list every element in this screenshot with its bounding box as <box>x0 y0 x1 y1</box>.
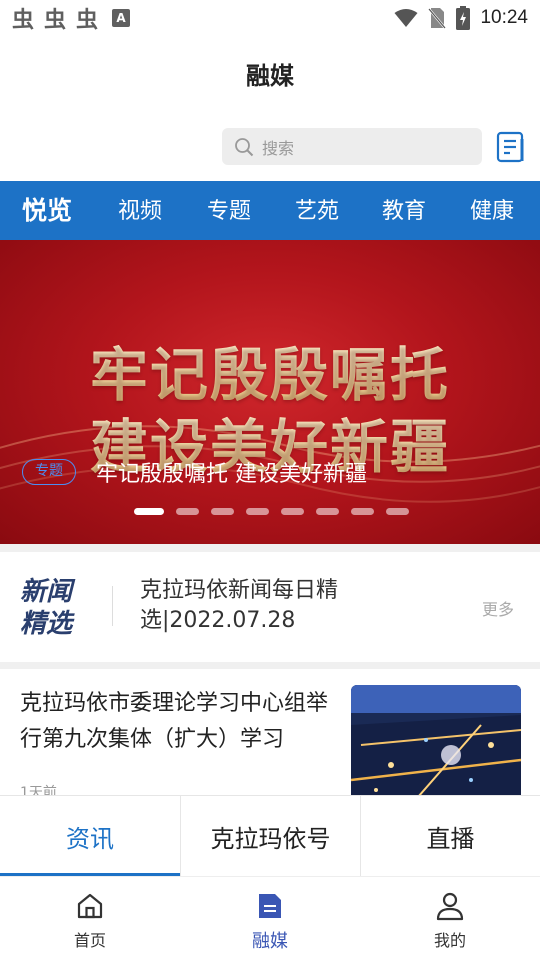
news-pick-title[interactable]: 克拉玛依新闻每日精选|2022.07.28 <box>140 576 460 636</box>
tab-video[interactable]: 视频 <box>118 193 162 225</box>
carousel-dot[interactable] <box>281 508 304 515</box>
carousel-indicator <box>134 508 409 515</box>
divider <box>112 586 113 626</box>
document-icon <box>259 894 281 918</box>
tab-live[interactable]: 直播 <box>360 796 540 876</box>
carousel-dot[interactable] <box>246 508 269 515</box>
news-pick-logo-line1: 新闻 <box>20 577 73 607</box>
city-night-image <box>351 685 521 805</box>
nav-home-label: 首页 <box>73 931 106 950</box>
article-thumbnail[interactable] <box>351 685 521 805</box>
section-tabs: 资讯 克拉玛依号 直播 <box>0 795 540 876</box>
nav-media[interactable]: 融媒 <box>220 891 320 953</box>
divider <box>0 662 540 669</box>
tab-arts[interactable]: 艺苑 <box>295 193 339 225</box>
battery-icon <box>456 6 471 30</box>
article-title[interactable]: 克拉玛依市委理论学习中心组举行第九次集体（扩大）学习 <box>20 686 338 758</box>
channel-tabs: 悦览 视频 专题 艺苑 教育 健康 <box>0 181 540 240</box>
tab-education[interactable]: 教育 <box>382 193 426 225</box>
notification-icon: 虫 <box>12 8 35 33</box>
status-bar: 虫 虫 虫 A 10:24 <box>0 0 540 36</box>
carousel-dot[interactable] <box>386 508 409 515</box>
nav-profile[interactable]: 我的 <box>400 891 500 951</box>
carousel-dot[interactable] <box>211 508 234 515</box>
nav-home[interactable]: 首页 <box>40 891 140 951</box>
home-icon <box>77 893 103 919</box>
news-pick-logo: 新闻 精选 <box>20 576 84 640</box>
search-placeholder: 搜索 <box>262 138 295 158</box>
status-notifications: 虫 虫 虫 A <box>12 2 131 34</box>
search-icon <box>235 137 254 156</box>
carousel-dot[interactable] <box>134 508 164 515</box>
nav-profile-label: 我的 <box>433 931 466 950</box>
carousel-dot[interactable] <box>351 508 374 515</box>
more-link[interactable]: 更多 <box>482 596 514 620</box>
clock: 10:24 <box>480 7 528 28</box>
accessibility-icon: A <box>112 9 131 27</box>
wifi-icon <box>394 9 418 27</box>
notification-icon: 虫 <box>44 8 67 33</box>
carousel-dot[interactable] <box>316 508 339 515</box>
newspaper-icon[interactable] <box>496 131 526 163</box>
tab-news[interactable]: 资讯 <box>0 796 180 876</box>
nav-media-label: 融媒 <box>252 931 288 952</box>
divider <box>0 544 540 552</box>
tab-yuelan[interactable]: 悦览 <box>22 191 72 227</box>
no-sim-icon <box>428 8 447 29</box>
tab-health[interactable]: 健康 <box>470 193 514 225</box>
news-pick-logo-line2: 精选 <box>20 609 73 639</box>
search-input[interactable]: 搜索 <box>222 128 482 165</box>
notification-icon: 虫 <box>76 8 99 33</box>
tab-karamay-account[interactable]: 克拉玛依号 <box>180 796 360 876</box>
status-system: 10:24 <box>394 0 528 36</box>
person-icon <box>436 892 464 921</box>
topic-tag: 专题 <box>22 459 76 485</box>
banner-caption: 牢记殷殷嘱托 建设美好新疆 <box>96 462 367 487</box>
banner-carousel[interactable]: 牢记殷殷嘱托 建设美好新疆 专题 牢记殷殷嘱托 建设美好新疆 <box>0 240 540 544</box>
bottom-navigation: 首页 融媒 我的 <box>0 876 540 960</box>
carousel-dot[interactable] <box>176 508 199 515</box>
tab-topics[interactable]: 专题 <box>207 193 251 225</box>
page-title: 融媒 <box>246 62 294 90</box>
